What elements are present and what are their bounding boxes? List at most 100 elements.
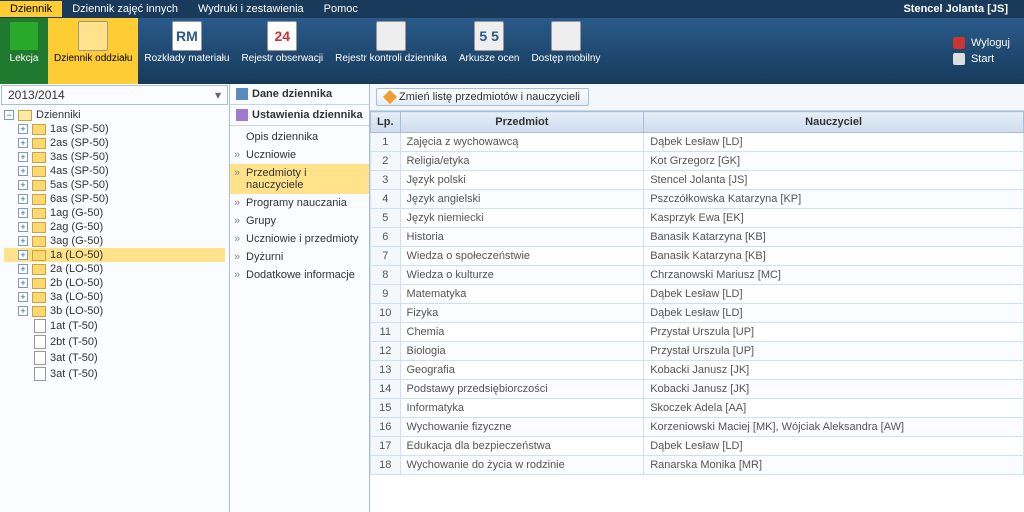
expand-icon[interactable]: + <box>18 250 28 260</box>
table-row[interactable]: 16Wychowanie fizyczneKorzeniowski Maciej… <box>371 418 1024 437</box>
tree: − Dzienniki +1as (SP-50)+2as (SP-50)+3as… <box>0 106 229 512</box>
ribbon: LekcjaDziennik oddziałuRMRozkłady materi… <box>0 18 1024 84</box>
cell-lp: 17 <box>371 437 401 456</box>
tree-item[interactable]: +5as (SP-50) <box>4 178 225 192</box>
table-row[interactable]: 17Edukacja dla bezpieczeństwaDąbek Lesła… <box>371 437 1024 456</box>
tree-item[interactable]: 1at (T-50) <box>4 318 225 334</box>
expand-icon[interactable]: + <box>18 264 28 274</box>
tree-item[interactable]: +2b (LO-50) <box>4 276 225 290</box>
tree-item-label: 3a (LO-50) <box>50 291 103 303</box>
tree-item[interactable]: +1ag (G-50) <box>4 206 225 220</box>
tree-item[interactable]: +2a (LO-50) <box>4 262 225 276</box>
file-icon <box>34 335 46 349</box>
start-link[interactable]: Start <box>953 53 1010 65</box>
table-row[interactable]: 6HistoriaBanasik Katarzyna [KB] <box>371 228 1024 247</box>
tree-item[interactable]: 3at (T-50) <box>4 366 225 382</box>
table-row[interactable]: 3Język polskiStencel Jolanta [JS] <box>371 171 1024 190</box>
ribbon-lekcja[interactable]: Lekcja <box>0 18 48 84</box>
table-row[interactable]: 9MatematykaDąbek Lesław [LD] <box>371 285 1024 304</box>
table-row[interactable]: 12BiologiaPrzystał Urszula [UP] <box>371 342 1024 361</box>
table-row[interactable]: 14Podstawy przedsiębiorczościKobacki Jan… <box>371 380 1024 399</box>
folder-icon <box>32 138 46 149</box>
table-row[interactable]: 8Wiedza o kulturzeChrzanowski Mariusz [M… <box>371 266 1024 285</box>
tree-item[interactable]: +3as (SP-50) <box>4 150 225 164</box>
chevron-down-icon[interactable]: ▾ <box>215 88 221 102</box>
pencil-icon <box>383 90 397 104</box>
table-row[interactable]: 2Religia/etykaKot Grzegorz [GK] <box>371 152 1024 171</box>
cell-lp: 2 <box>371 152 401 171</box>
expand-icon[interactable]: + <box>18 152 28 162</box>
tree-item[interactable]: +1a (LO-50) <box>4 248 225 262</box>
expand-icon[interactable]: + <box>18 124 28 134</box>
tree-item[interactable]: +2as (SP-50) <box>4 136 225 150</box>
table-row[interactable]: 1Zajęcia z wychowawcąDąbek Lesław [LD] <box>371 133 1024 152</box>
table-row[interactable]: 5Język niemieckiKasprzyk Ewa [EK] <box>371 209 1024 228</box>
tree-item-label: 5as (SP-50) <box>50 179 109 191</box>
mid-item[interactable]: Programy nauczania <box>230 194 369 212</box>
tree-root[interactable]: − Dzienniki <box>4 108 225 122</box>
table-row[interactable]: 10FizykaDąbek Lesław [LD] <box>371 304 1024 323</box>
topbar-tabs: DziennikDziennik zajęć innychWydruki i z… <box>0 1 368 17</box>
table-row[interactable]: 15InformatykaSkoczek Adela [AA] <box>371 399 1024 418</box>
tree-item[interactable]: +3ag (G-50) <box>4 234 225 248</box>
top-tab-3[interactable]: Pomoc <box>314 1 368 17</box>
expand-icon[interactable]: + <box>18 166 28 176</box>
folder-icon <box>32 250 46 261</box>
col-lp[interactable]: Lp. <box>371 112 401 133</box>
tree-item[interactable]: +4as (SP-50) <box>4 164 225 178</box>
ribbon-arkusze-ocen[interactable]: 5 5Arkusze ocen <box>453 18 526 84</box>
start-label: Start <box>971 53 994 65</box>
top-tab-2[interactable]: Wydruki i zestawienia <box>188 1 314 17</box>
table-row[interactable]: 18Wychowanie do życia w rodzinieRanarska… <box>371 456 1024 475</box>
ribbon-rozkłady-materiału[interactable]: RMRozkłady materiału <box>138 18 235 84</box>
mid-item[interactable]: Uczniowie <box>230 146 369 164</box>
tree-item[interactable]: +2ag (G-50) <box>4 220 225 234</box>
folder-icon <box>32 166 46 177</box>
tree-item[interactable]: +6as (SP-50) <box>4 192 225 206</box>
tree-item[interactable]: +1as (SP-50) <box>4 122 225 136</box>
mid-item[interactable]: Grupy <box>230 212 369 230</box>
ribbon-rejestr-obserwacji[interactable]: 24Rejestr obserwacji <box>235 18 329 84</box>
expand-icon[interactable]: + <box>18 138 28 148</box>
top-tab-0[interactable]: Dziennik <box>0 1 62 17</box>
mid-item[interactable]: Przedmioty i nauczyciele <box>230 164 369 194</box>
top-tab-1[interactable]: Dziennik zajęć innych <box>62 1 188 17</box>
table-row[interactable]: 4Język angielskiPszczółkowska Katarzyna … <box>371 190 1024 209</box>
year-label: 2013/2014 <box>8 88 65 102</box>
tree-item[interactable]: +3b (LO-50) <box>4 304 225 318</box>
mid-item[interactable]: Uczniowie i przedmioty <box>230 230 369 248</box>
table-row[interactable]: 7Wiedza o społeczeństwieBanasik Katarzyn… <box>371 247 1024 266</box>
tree-item[interactable]: 2bt (T-50) <box>4 334 225 350</box>
col-subject[interactable]: Przedmiot <box>400 112 644 133</box>
table-row[interactable]: 11ChemiaPrzystał Urszula [UP] <box>371 323 1024 342</box>
tree-item-label: 2as (SP-50) <box>50 137 109 149</box>
ribbon-rejestr-kontroli-dziennika[interactable]: Rejestr kontroli dziennika <box>329 18 453 84</box>
expand-icon[interactable]: + <box>18 278 28 288</box>
year-select[interactable]: 2013/2014 ▾ <box>1 85 228 105</box>
collapse-icon[interactable]: − <box>4 110 14 120</box>
mid-item[interactable]: Dyżurni <box>230 248 369 266</box>
tree-item-label: 2ag (G-50) <box>50 221 103 233</box>
expand-icon[interactable]: + <box>18 306 28 316</box>
mid-item[interactable]: Dodatkowe informacje <box>230 266 369 284</box>
expand-icon[interactable]: + <box>18 236 28 246</box>
change-list-button[interactable]: Zmień listę przedmiotów i nauczycieli <box>376 88 589 106</box>
expand-icon[interactable]: + <box>18 222 28 232</box>
table-row[interactable]: 13GeografiaKobacki Janusz [JK] <box>371 361 1024 380</box>
mid-panel: Dane dziennika Ustawienia dziennika Opis… <box>230 84 370 512</box>
ribbon-label: Arkusze ocen <box>459 53 520 64</box>
logout-link[interactable]: Wyloguj <box>953 37 1010 49</box>
expand-icon[interactable]: + <box>18 194 28 204</box>
col-teacher[interactable]: Nauczyciel <box>644 112 1024 133</box>
ribbon-dziennik-oddziału[interactable]: Dziennik oddziału <box>48 18 138 84</box>
expand-icon[interactable]: + <box>18 292 28 302</box>
expand-icon[interactable]: + <box>18 208 28 218</box>
change-list-label: Zmień listę przedmiotów i nauczycieli <box>399 91 580 103</box>
tree-item-label: 2bt (T-50) <box>50 336 98 348</box>
tree-item[interactable]: +3a (LO-50) <box>4 290 225 304</box>
expand-icon[interactable]: + <box>18 180 28 190</box>
tree-item-label: 4as (SP-50) <box>50 165 109 177</box>
mid-item[interactable]: Opis dziennika <box>230 128 369 146</box>
tree-item[interactable]: 3at (T-50) <box>4 350 225 366</box>
ribbon-dostęp-mobilny[interactable]: Dostęp mobilny <box>525 18 606 84</box>
